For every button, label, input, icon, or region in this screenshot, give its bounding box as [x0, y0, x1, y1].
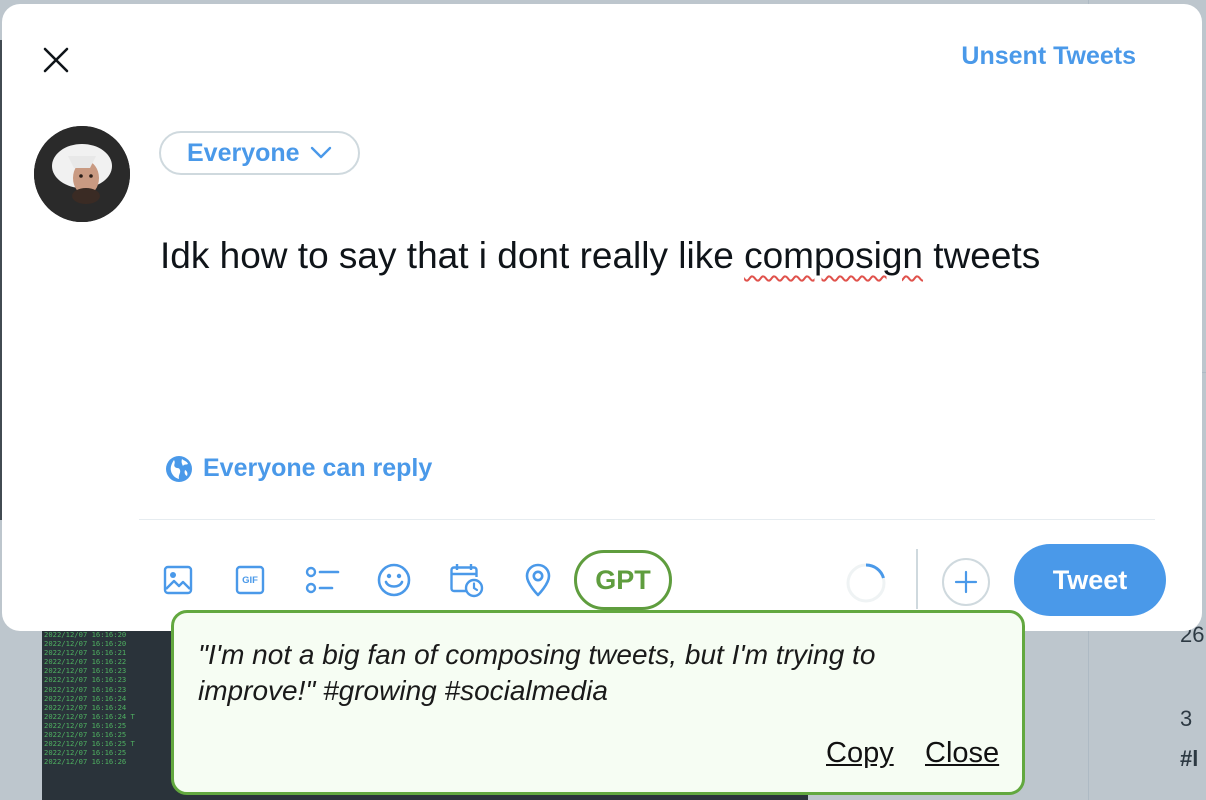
unsent-tweets-link[interactable]: Unsent Tweets	[961, 42, 1136, 71]
misspelled-word: composign	[744, 235, 924, 276]
poll-button[interactable]	[302, 560, 342, 600]
image-icon	[163, 565, 193, 595]
toolbar-separator	[916, 549, 918, 609]
gpt-button[interactable]: GPT	[574, 550, 672, 610]
reply-setting-button[interactable]: Everyone can reply	[165, 454, 432, 483]
tweet-text-segment: tweets	[923, 235, 1041, 276]
schedule-button[interactable]	[446, 560, 486, 600]
character-progress-icon	[846, 563, 886, 603]
schedule-icon	[450, 564, 484, 598]
location-button[interactable]	[518, 560, 558, 600]
gif-button[interactable]: GIF	[230, 560, 270, 600]
emoji-button[interactable]	[374, 560, 414, 600]
gif-text: GIF	[242, 574, 258, 586]
reply-setting-label: Everyone can reply	[203, 454, 433, 482]
toolbar-divider	[139, 519, 1155, 520]
gpt-suggestion-text: "I'm not a big fan of composing tweets, …	[198, 639, 876, 706]
emoji-icon	[377, 563, 411, 597]
tweet-button[interactable]: Tweet	[1014, 544, 1166, 616]
tweet-text-input[interactable]: Idk how to say that i dont really like c…	[160, 230, 1170, 282]
chevron-down-icon	[310, 146, 331, 159]
copy-link[interactable]: Copy	[826, 737, 894, 770]
audience-selector-button[interactable]: Everyone	[159, 131, 360, 175]
close-icon	[43, 47, 69, 73]
close-button[interactable]	[34, 38, 78, 82]
audience-label: Everyone	[187, 138, 300, 167]
close-link[interactable]: Close	[925, 737, 999, 770]
plus-icon	[954, 570, 978, 594]
avatar-photo	[34, 126, 130, 222]
location-icon	[525, 563, 551, 597]
tweet-text-segment: Idk how to say that i dont really like	[160, 235, 745, 276]
media-button[interactable]	[158, 560, 198, 600]
compose-tweet-modal: Unsent Tweets Everyone Idk how to say th…	[2, 4, 1202, 631]
poll-icon	[305, 566, 340, 594]
gpt-suggestion-popup: "I'm not a big fan of composing tweets, …	[171, 610, 1025, 795]
avatar[interactable]	[34, 126, 130, 222]
globe-icon	[166, 455, 192, 482]
add-thread-button[interactable]	[942, 558, 990, 606]
